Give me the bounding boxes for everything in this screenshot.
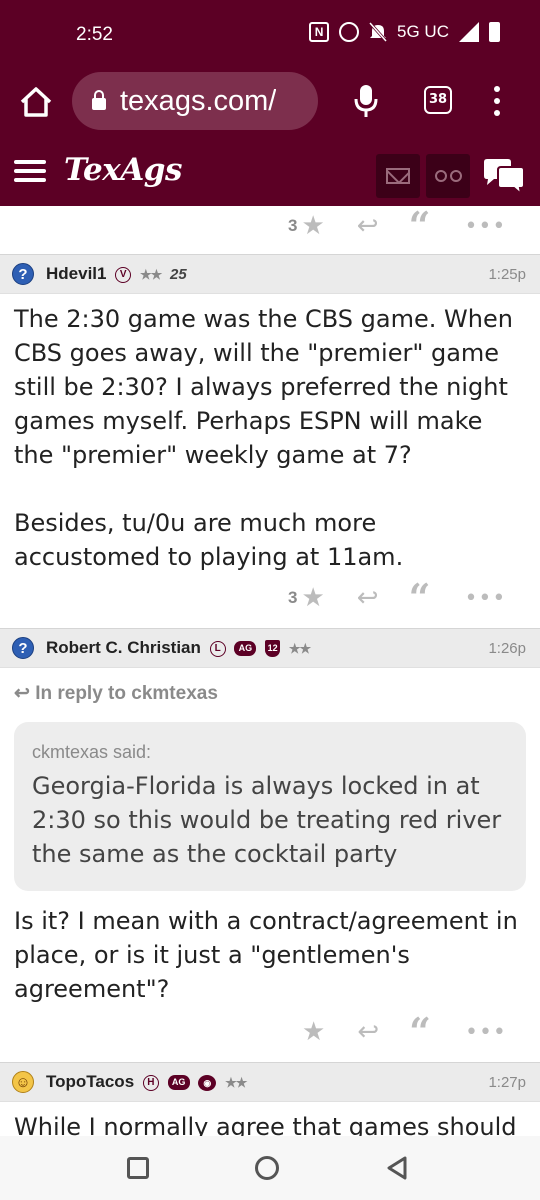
- like-count: 3: [288, 588, 298, 607]
- more-icon[interactable]: •••: [464, 586, 506, 611]
- home-button[interactable]: [255, 1156, 279, 1180]
- nfc-icon: N: [309, 22, 330, 42]
- avatar[interactable]: ☺: [12, 1071, 34, 1093]
- reply-icon[interactable]: ↩: [357, 1019, 379, 1045]
- post-time: 1:27p: [488, 1074, 526, 1091]
- home-icon[interactable]: [18, 84, 54, 120]
- quote-author: ckmtexas said:: [32, 742, 152, 762]
- username-text[interactable]: Robert C. Christian: [46, 638, 201, 657]
- post-time: 1:25p: [488, 266, 526, 283]
- alarm-icon: [339, 22, 360, 42]
- watchlist-button[interactable]: [426, 154, 470, 198]
- post-header: ? Hdevil1 V ★★ 25 1:25p: [0, 254, 540, 294]
- reply-arrow-icon: ↩: [14, 683, 30, 704]
- stars-badge: ★★: [288, 640, 311, 656]
- username[interactable]: Hdevil1 V ★★ 25: [46, 264, 187, 284]
- mute-icon: [368, 22, 388, 42]
- username-text[interactable]: TopoTacos: [46, 1072, 134, 1091]
- badge-ag: AG: [167, 1075, 190, 1091]
- quote-text: Georgia-Florida is always locked in at 2…: [32, 772, 502, 868]
- site-header: TexAgs: [0, 134, 540, 206]
- envelope-icon: [386, 168, 410, 184]
- star-icon[interactable]: ★: [301, 213, 324, 239]
- signal-icon: [459, 22, 479, 42]
- network-label: 5G UC: [397, 22, 449, 41]
- lock-icon: [92, 90, 106, 110]
- quote-icon[interactable]: “: [409, 207, 431, 245]
- prev-post-actions: 3 ★ ↩ “ •••: [288, 206, 506, 246]
- more-menu-icon[interactable]: [492, 86, 502, 116]
- post-header: ? Robert C. Christian L AG 12 ★★ 1:26p: [0, 628, 540, 668]
- badge-l: L: [209, 640, 226, 657]
- back-button[interactable]: [385, 1156, 409, 1180]
- username[interactable]: TopoTacos H AG ◉ ★★: [46, 1072, 247, 1092]
- reply-icon[interactable]: ↩: [357, 213, 379, 239]
- more-icon[interactable]: •••: [465, 1020, 507, 1045]
- post-actions: ★ ↩ “ •••: [302, 1012, 507, 1052]
- binoculars-icon: [434, 170, 462, 182]
- system-nav-bar: [0, 1136, 540, 1200]
- mascot-badge-icon: ◉: [198, 1074, 217, 1091]
- chat-icon[interactable]: [482, 158, 526, 196]
- battery-icon: [489, 22, 500, 42]
- browser-toolbar: texags.com/ 38: [0, 70, 540, 134]
- thread-content: 3 ★ ↩ “ ••• ? Hdevil1 V ★★ 25 1:25p The …: [0, 206, 540, 1136]
- badge-25: 25: [170, 265, 187, 283]
- status-icons: N 5G UC: [309, 22, 500, 42]
- messages-button[interactable]: [376, 154, 420, 198]
- in-reply-to[interactable]: ↩ In reply to ckmtexas: [14, 682, 218, 705]
- url-bar[interactable]: texags.com/: [72, 72, 318, 130]
- avatar[interactable]: ?: [12, 637, 34, 659]
- status-time: 2:52: [76, 24, 113, 45]
- like-count: 3: [288, 216, 298, 235]
- post-body: Is it? I mean with a contract/agreement …: [14, 907, 526, 1003]
- post-header: ☺ TopoTacos H AG ◉ ★★ 1:27p: [0, 1062, 540, 1102]
- post-body: The 2:30 game was the CBS game. When CBS…: [14, 305, 513, 571]
- quote-icon[interactable]: “: [409, 579, 431, 617]
- status-bar: 2:52 N 5G UC: [0, 0, 540, 70]
- badge-12: 12: [265, 640, 281, 658]
- avatar[interactable]: ?: [12, 263, 34, 285]
- stars-badge: ★★: [225, 1074, 247, 1090]
- star-icon[interactable]: ★: [301, 585, 324, 611]
- username-text[interactable]: Hdevil1: [46, 264, 106, 283]
- quote-block: ckmtexas said: Georgia-Florida is always…: [14, 722, 526, 891]
- username[interactable]: Robert C. Christian L AG 12 ★★: [46, 638, 311, 658]
- quote-icon[interactable]: “: [409, 1013, 431, 1051]
- badge-ag: AG: [234, 641, 257, 657]
- tab-switcher-button[interactable]: 38: [424, 86, 452, 114]
- in-reply-to-text[interactable]: In reply to ckmtexas: [35, 683, 218, 704]
- mic-icon[interactable]: [354, 84, 378, 118]
- post-time: 1:26p: [488, 640, 526, 657]
- url-text: texags.com/: [120, 84, 277, 117]
- post-actions: 3 ★ ↩ “ •••: [288, 578, 506, 618]
- badge-h: H: [142, 1074, 159, 1091]
- menu-icon[interactable]: [14, 160, 46, 182]
- recents-button[interactable]: [127, 1157, 149, 1179]
- reply-icon[interactable]: ↩: [357, 585, 379, 611]
- badge-v: V: [115, 266, 132, 283]
- post-body: While I normally agree that games should: [14, 1113, 517, 1136]
- stars-badge: ★★: [139, 266, 162, 282]
- site-logo[interactable]: TexAgs: [64, 152, 182, 188]
- star-icon[interactable]: ★: [302, 1019, 325, 1045]
- more-icon[interactable]: •••: [464, 214, 506, 239]
